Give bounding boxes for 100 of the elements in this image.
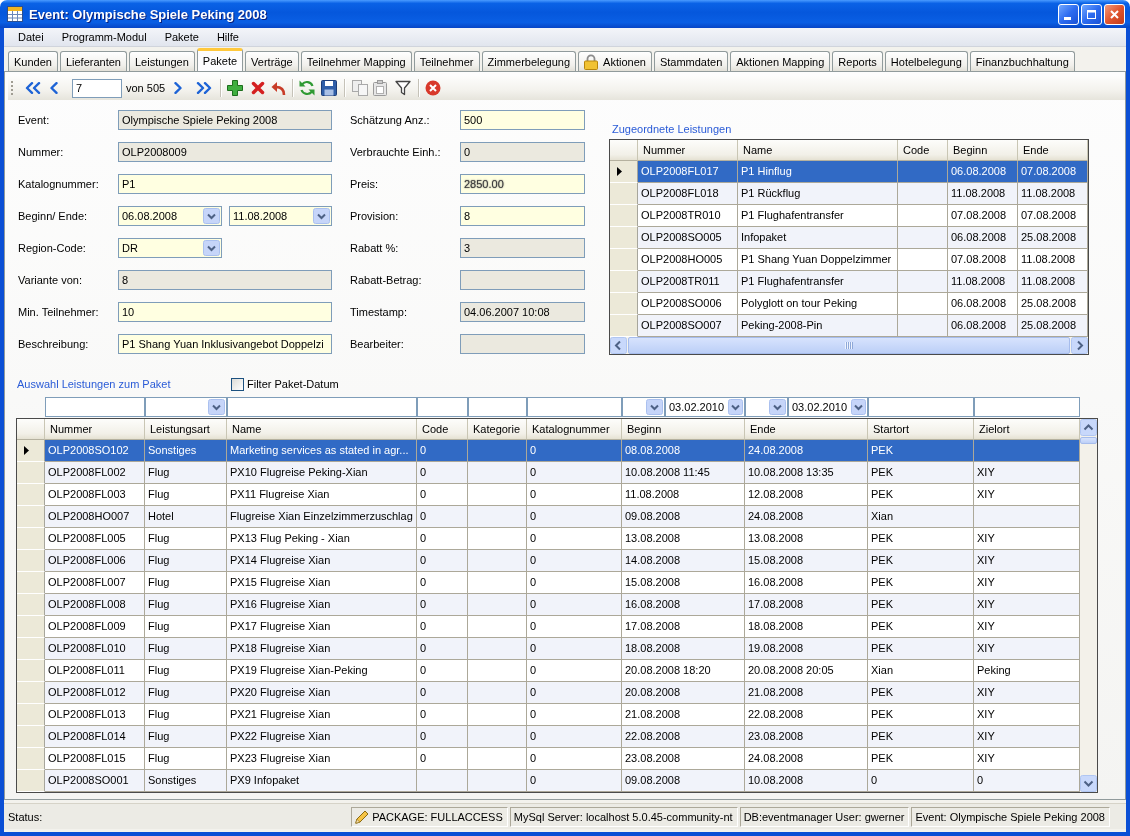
table-row[interactable]: OLP2008FL013 Flug PX21 Flugreise Xian 0 0 21.08.2008 22.08.2008 PEK XIY bbox=[17, 704, 1080, 726]
text-field[interactable]: P1 bbox=[118, 174, 332, 194]
date-field[interactable]: 11.08.2008 bbox=[229, 206, 332, 226]
text-field[interactable]: 500 bbox=[460, 110, 585, 130]
tab[interactable]: Stammdaten bbox=[653, 51, 729, 71]
text-field[interactable]: 8 bbox=[460, 206, 585, 226]
record-field[interactable]: 7 bbox=[72, 78, 122, 98]
checkbox-label[interactable]: Filter Paket-Datum bbox=[247, 378, 339, 390]
chevron-down-icon[interactable] bbox=[208, 399, 225, 415]
table-row[interactable]: OLP2008FL008 Flug PX16 Flugreise Xian 0 0 16.08.2008 17.08.2008 PEK XIY bbox=[17, 594, 1080, 616]
chevron-left-icon[interactable] bbox=[610, 337, 627, 354]
table-row[interactable]: OLP2008FL007 Flug PX15 Flugreise Xian 0 0 15.08.2008 16.08.2008 PEK XIY bbox=[17, 572, 1080, 594]
operator-combo[interactable] bbox=[745, 397, 788, 417]
filter-field[interactable] bbox=[417, 397, 468, 417]
chevron-down-icon[interactable] bbox=[769, 399, 786, 415]
table-row[interactable]: OLP2008FL015 Flug PX23 Flugreise Xian 0 0 23.08.2008 24.08.2008 PEK XIY bbox=[17, 748, 1080, 770]
table-row[interactable]: OLP2008FL006 Flug PX14 Flugreise Xian 0 0 14.08.2008 15.08.2008 PEK XIY bbox=[17, 550, 1080, 572]
documents-icon[interactable] bbox=[352, 80, 369, 96]
text-field[interactable]: 3 bbox=[460, 238, 585, 258]
chevron-down-icon[interactable] bbox=[851, 399, 866, 415]
chevron-right-icon[interactable] bbox=[1071, 337, 1088, 354]
close-icon[interactable] bbox=[425, 80, 442, 96]
table-row[interactable]: OLP2008FL009 Flug PX17 Flugreise Xian 0 0 17.08.2008 18.08.2008 PEK XIY bbox=[17, 616, 1080, 638]
filter-field[interactable] bbox=[468, 397, 527, 417]
table-row[interactable]: OLP2008SO102 Sonstiges Marketing services as stated in agr... 0 0 08.08.2008 24.08.2008 PEK bbox=[17, 440, 1080, 462]
tab[interactable]: Hotelbelegung bbox=[884, 51, 968, 71]
tab[interactable]: Aktionen bbox=[578, 51, 652, 71]
table-row[interactable]: OLP2008SO006 Polyglott on tour Peking 06.08.2008 25.08.2008 bbox=[610, 293, 1088, 315]
close-button[interactable] bbox=[1104, 3, 1125, 25]
checkbox[interactable] bbox=[231, 377, 244, 391]
chevron-down-icon[interactable] bbox=[203, 240, 220, 256]
clipboard-icon[interactable] bbox=[373, 80, 388, 96]
text-field[interactable]: 0 bbox=[460, 142, 585, 162]
text-field[interactable]: 04.06.2007 10:08 bbox=[460, 302, 585, 322]
tab[interactable]: Finanzbuchhaltung bbox=[969, 51, 1075, 71]
tab[interactable]: Zimmerbelegung bbox=[481, 51, 577, 71]
plus-icon[interactable] bbox=[227, 80, 244, 96]
tab[interactable]: Leistungen bbox=[129, 51, 195, 71]
table-row[interactable]: OLP2008FL018 P1 Rückflug 11.08.2008 11.08.2008 bbox=[610, 183, 1088, 205]
tab[interactable]: Reports bbox=[832, 51, 883, 71]
chevron-down-icon[interactable] bbox=[1080, 775, 1097, 792]
minimize-button[interactable] bbox=[1058, 3, 1079, 25]
table-row[interactable]: OLP2008FL012 Flug PX20 Flugreise Xian 0 0 20.08.2008 21.08.2008 PEK XIY bbox=[17, 682, 1080, 704]
grip-icon[interactable] bbox=[11, 80, 14, 96]
chevron-down-icon[interactable] bbox=[313, 208, 330, 224]
funnel-icon[interactable] bbox=[395, 80, 412, 96]
filter-field[interactable] bbox=[227, 397, 417, 417]
curved-arrow-icon[interactable] bbox=[271, 80, 287, 96]
cross-icon[interactable] bbox=[251, 81, 266, 95]
table-row[interactable]: OLP2008FL010 Flug PX18 Flugreise Xian 0 0 18.08.2008 19.08.2008 PEK XIY bbox=[17, 638, 1080, 660]
filter-field[interactable] bbox=[527, 397, 622, 417]
table-row[interactable]: OLP2008FL005 Flug PX13 Flug Peking - Xian 0 0 13.08.2008 13.08.2008 PEK XIY bbox=[17, 528, 1080, 550]
tab[interactable]: Pakete bbox=[196, 48, 244, 71]
table-row[interactable]: OLP2008FL011 Flug PX19 Flugreise Xian-Peking 0 0 20.08.2008 18:20 20.08.2008 20:05 Xian Peking bbox=[17, 660, 1080, 682]
chevron-up-icon[interactable] bbox=[1080, 419, 1097, 436]
chevron-left-icon[interactable] bbox=[50, 82, 58, 94]
table-row[interactable]: OLP2008SO007 Peking-2008-Pin 06.08.2008 25.08.2008 bbox=[610, 315, 1088, 337]
text-field[interactable]: 10 bbox=[118, 302, 332, 322]
double-chevron-right-icon[interactable] bbox=[196, 82, 213, 94]
operator-combo[interactable] bbox=[622, 397, 665, 417]
filter-field[interactable] bbox=[868, 397, 974, 417]
table-row[interactable]: OLP2008HO005 P1 Shang Yuan Doppelzimmer 07.08.2008 11.08.2008 bbox=[610, 249, 1088, 271]
table-row[interactable]: OLP2008FL002 Flug PX10 Flugreise Peking-Xian 0 0 10.08.2008 11:45 10.08.2008 13:35 PEK XIY bbox=[17, 462, 1080, 484]
vertical-scrollbar[interactable] bbox=[1080, 419, 1097, 792]
text-field[interactable]: P1 Shang Yuan Inklusivangebot Doppelzi bbox=[118, 334, 332, 354]
chevron-down-icon[interactable] bbox=[728, 399, 743, 415]
double-chevron-left-icon[interactable] bbox=[25, 82, 41, 94]
tab[interactable]: Aktionen Mapping bbox=[730, 51, 831, 71]
tab[interactable]: Teilnehmer Mapping bbox=[300, 51, 412, 71]
chevron-right-icon[interactable] bbox=[174, 82, 183, 94]
menu-item[interactable]: Datei bbox=[9, 28, 53, 46]
date-field[interactable]: 03.02.2010 bbox=[788, 397, 868, 417]
table-row[interactable]: OLP2008HO007 Hotel Flugreise Xian Einzelzimmerzuschlag 0 0 09.08.2008 24.08.2008 Xian bbox=[17, 506, 1080, 528]
menu-item[interactable]: Hilfe bbox=[207, 28, 248, 46]
tab[interactable]: Lieferanten bbox=[59, 51, 127, 71]
text-field[interactable]: 8 bbox=[118, 270, 332, 290]
menu-item[interactable]: Programm-Modul bbox=[52, 28, 156, 46]
date-field[interactable]: 06.08.2008 bbox=[118, 206, 222, 226]
filter-field[interactable] bbox=[974, 397, 1080, 417]
date-field[interactable]: 03.02.2010 bbox=[665, 397, 745, 417]
tab[interactable]: Teilnehmer bbox=[413, 51, 480, 71]
maximize-button[interactable] bbox=[1081, 3, 1102, 25]
chevron-down-icon[interactable] bbox=[646, 399, 663, 415]
tab[interactable]: Kunden bbox=[8, 51, 58, 71]
table-row[interactable]: OLP2008FL017 P1 Hinflug 06.08.2008 07.08.2008 bbox=[610, 161, 1088, 183]
combo-box[interactable]: DR bbox=[118, 238, 222, 258]
text-field[interactable]: Olympische Spiele Peking 2008 bbox=[118, 110, 332, 130]
tab[interactable]: Verträge bbox=[245, 51, 299, 71]
table-row[interactable]: OLP2008SO005 Infopaket 06.08.2008 25.08.2008 bbox=[610, 227, 1088, 249]
circular-arrows-icon[interactable] bbox=[299, 80, 316, 96]
table-row[interactable]: OLP2008TR010 P1 Flughafentransfer 07.08.2008 07.08.2008 bbox=[610, 205, 1088, 227]
text-field[interactable] bbox=[460, 270, 585, 290]
text-field[interactable]: 2850.00 bbox=[460, 174, 585, 194]
table-row[interactable]: OLP2008FL003 Flug PX11 Flugreise Xian 0 0 11.08.2008 12.08.2008 PEK XIY bbox=[17, 484, 1080, 506]
filter-field[interactable] bbox=[45, 397, 145, 417]
table-row[interactable]: OLP2008SO001 Sonstiges PX9 Infopaket 0 09.08.2008 10.08.2008 0 0 bbox=[17, 770, 1080, 792]
text-field[interactable]: OLP2008009 bbox=[118, 142, 332, 162]
filter-combo[interactable] bbox=[145, 397, 227, 417]
table-row[interactable]: OLP2008TR011 P1 Flughafentransfer 11.08.2008 11.08.2008 bbox=[610, 271, 1088, 293]
menu-item[interactable]: Pakete bbox=[155, 28, 208, 46]
